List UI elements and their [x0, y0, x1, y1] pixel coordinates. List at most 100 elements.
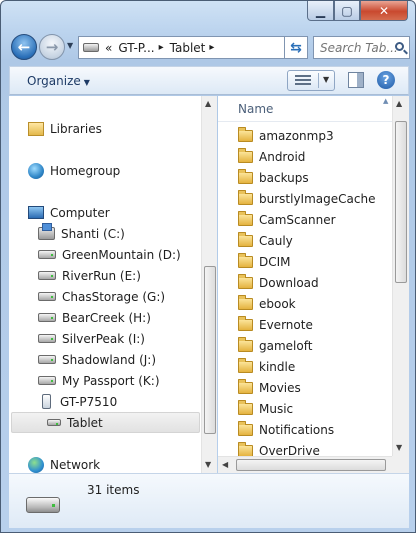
- minimize-button[interactable]: ▁: [307, 1, 334, 21]
- details-pane: 31 items: [9, 473, 409, 528]
- back-arrow-icon: ←: [17, 38, 31, 56]
- nav-item-drive-k[interactable]: My Passport (K:): [38, 370, 160, 391]
- breadcrumb-tablet[interactable]: Tablet: [170, 41, 206, 55]
- search-input[interactable]: [320, 40, 398, 55]
- title-bar[interactable]: ▁ ▢ ✕: [1, 1, 415, 27]
- folder-item[interactable]: Evernote: [238, 314, 313, 335]
- nav-item-label: GT-P7510: [60, 394, 118, 409]
- scroll-left-arrow[interactable]: ◀: [222, 460, 228, 469]
- navigation-pane: Libraries Homegroup Computer Shanti (C:)…: [9, 96, 217, 473]
- folder-item[interactable]: CamScanner: [238, 209, 336, 230]
- folder-icon: [238, 315, 253, 331]
- breadcrumb-gt-p7510[interactable]: GT-P...: [118, 41, 154, 55]
- folder-icon: [238, 252, 253, 268]
- folder-name: kindle: [259, 359, 296, 374]
- organize-button[interactable]: Organize ▼: [27, 74, 90, 88]
- maximize-button[interactable]: ▢: [334, 1, 360, 21]
- folder-item[interactable]: kindle: [238, 356, 295, 377]
- drive-icon: [38, 376, 56, 385]
- folder-item[interactable]: amazonmp3: [238, 125, 334, 146]
- refresh-button[interactable]: ⇆: [284, 36, 308, 59]
- drive-icon: [38, 313, 56, 322]
- back-button[interactable]: ←: [11, 34, 37, 60]
- nav-item-homegroup[interactable]: Homegroup: [28, 160, 120, 181]
- organize-label: Organize: [27, 74, 81, 88]
- item-count: 31 items: [87, 483, 140, 497]
- folder-name: Cauly: [259, 233, 293, 248]
- system-drive-icon: [38, 223, 55, 240]
- nav-item-label: My Passport (K:): [62, 373, 160, 388]
- computer-icon: [28, 206, 44, 219]
- forward-button[interactable]: →: [39, 34, 65, 60]
- help-button[interactable]: ?: [377, 71, 395, 89]
- nav-item-label: Shadowland (J:): [62, 352, 157, 367]
- folder-item[interactable]: DCIM: [238, 251, 291, 272]
- search-box[interactable]: [313, 36, 410, 59]
- search-icon[interactable]: [395, 42, 404, 51]
- folder-icon: [238, 420, 253, 436]
- folder-item[interactable]: ebook: [238, 293, 296, 314]
- folder-item[interactable]: Android: [238, 146, 305, 167]
- chevron-down-icon[interactable]: ▼: [323, 75, 329, 84]
- nav-item-drive-i[interactable]: SilverPeak (I:): [38, 328, 145, 349]
- nav-item-label: ChasStorage (G:): [62, 289, 166, 304]
- address-bar[interactable]: « GT-P... ▸ Tablet ▸ ▼: [78, 36, 308, 59]
- scroll-thumb[interactable]: [204, 266, 216, 434]
- scrollbar-corner: [392, 456, 409, 473]
- folder-name: burstlyImageCache: [259, 191, 376, 206]
- folder-icon: [238, 294, 253, 310]
- sort-ascending-icon: ▲: [383, 97, 389, 105]
- nav-item-drive-d[interactable]: GreenMountain (D:): [38, 244, 181, 265]
- scroll-down-arrow[interactable]: ▼: [396, 443, 402, 452]
- nav-item-label: RiverRun (E:): [62, 268, 141, 283]
- forward-arrow-icon: →: [45, 38, 59, 56]
- navigation-scrollbar[interactable]: ▲ ▼: [201, 96, 217, 473]
- folder-item[interactable]: Music: [238, 398, 293, 419]
- nav-item-label: Tablet: [67, 415, 103, 430]
- recent-pages-dropdown[interactable]: ▼: [67, 41, 73, 50]
- preview-pane-button[interactable]: [348, 72, 364, 88]
- folder-name: Music: [259, 401, 294, 416]
- folder-item[interactable]: gameloft: [238, 335, 312, 356]
- folder-item[interactable]: backups: [238, 167, 309, 188]
- breadcrumb-separator[interactable]: ▸: [209, 42, 214, 53]
- change-view-button[interactable]: ▼: [287, 70, 335, 91]
- nav-item-drive-j[interactable]: Shadowland (J:): [38, 349, 156, 370]
- scroll-thumb[interactable]: [236, 459, 386, 471]
- folder-icon: [238, 126, 253, 142]
- nav-item-drive-c[interactable]: Shanti (C:): [38, 223, 125, 244]
- drive-icon: [47, 419, 61, 426]
- nav-item-tablet[interactable]: Tablet: [11, 412, 200, 433]
- close-button[interactable]: ✕: [360, 1, 408, 21]
- scroll-down-arrow[interactable]: ▼: [205, 460, 211, 469]
- breadcrumb-separator[interactable]: ▸: [159, 42, 164, 53]
- nav-item-libraries[interactable]: Libraries: [28, 118, 102, 139]
- folder-item[interactable]: Notifications: [238, 419, 334, 440]
- nav-item-drive-h[interactable]: BearCreek (H:): [38, 307, 151, 328]
- file-list-scrollbar[interactable]: ▲ ▼: [392, 96, 409, 456]
- nav-item-drive-g[interactable]: ChasStorage (G:): [38, 286, 165, 307]
- nav-item-label: SilverPeak (I:): [62, 331, 145, 346]
- scroll-up-arrow[interactable]: ▲: [396, 99, 402, 108]
- nav-item-gt-p7510[interactable]: GT-P7510: [38, 391, 117, 412]
- scroll-thumb[interactable]: [395, 121, 407, 283]
- folder-item[interactable]: Movies: [238, 377, 301, 398]
- folder-name: backups: [259, 170, 309, 185]
- nav-item-label: BearCreek (H:): [62, 310, 151, 325]
- folder-item[interactable]: burstlyImageCache: [238, 188, 375, 209]
- folder-icon: [238, 357, 253, 373]
- nav-item-drive-e[interactable]: RiverRun (E:): [38, 265, 141, 286]
- folder-icon: [238, 168, 253, 184]
- folder-icon: [238, 441, 253, 457]
- breadcrumb-overflow[interactable]: «: [105, 41, 112, 55]
- refresh-icon: ⇆: [290, 39, 302, 56]
- column-header-name[interactable]: Name ▲: [218, 96, 392, 122]
- folder-icon: [238, 231, 253, 247]
- horizontal-scrollbar[interactable]: ◀: [218, 456, 392, 473]
- drive-icon: [38, 334, 56, 343]
- scroll-up-arrow[interactable]: ▲: [205, 99, 211, 108]
- nav-item-network[interactable]: Network: [28, 454, 100, 473]
- folder-item[interactable]: Cauly: [238, 230, 293, 251]
- nav-item-computer[interactable]: Computer: [28, 202, 110, 223]
- folder-item[interactable]: Download: [238, 272, 319, 293]
